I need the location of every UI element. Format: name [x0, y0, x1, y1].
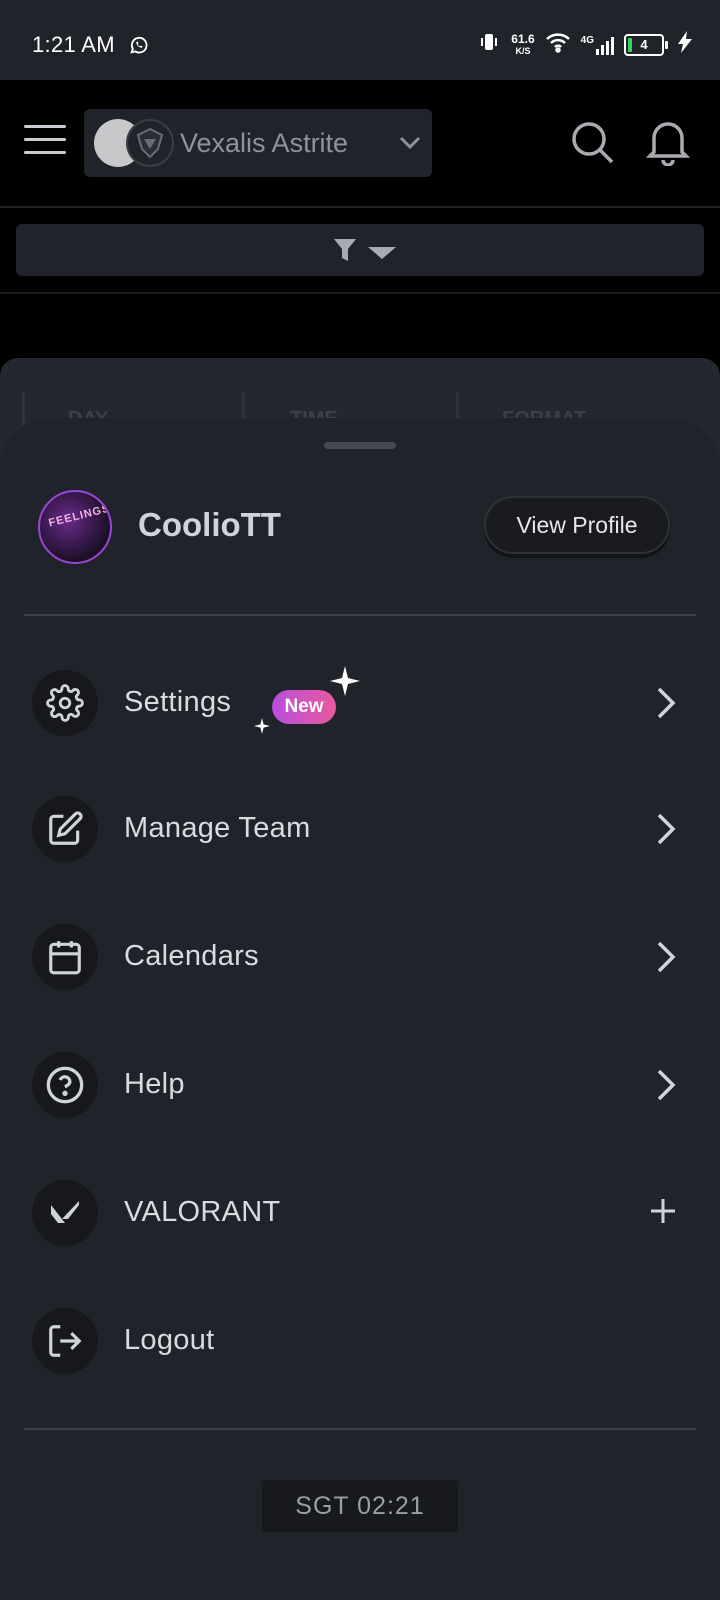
filter-icon: [332, 235, 408, 270]
status-right: 61.6 K/S 4G 4: [477, 30, 692, 59]
avatar[interactable]: FEELINGS: [38, 490, 112, 564]
battery-indicator: 4: [624, 33, 668, 56]
edit-icon: [32, 796, 98, 862]
menu-item-logout[interactable]: Logout: [0, 1296, 720, 1386]
menu-item-help[interactable]: Help: [0, 1040, 720, 1130]
menu-item-calendars[interactable]: Calendars: [0, 912, 720, 1002]
chevron-right-icon: [656, 1068, 676, 1107]
valorant-icon: [32, 1180, 98, 1246]
sparkle-icon: [330, 666, 360, 701]
search-icon[interactable]: [570, 120, 616, 171]
help-icon: [32, 1052, 98, 1118]
signal-icon: 4G: [581, 35, 614, 55]
chevron-down-icon: [398, 133, 422, 156]
logout-icon: [32, 1308, 98, 1374]
new-badge: New: [272, 690, 336, 724]
view-profile-button[interactable]: View Profile: [484, 496, 670, 554]
team-selector[interactable]: Vexalis Astrite: [84, 109, 432, 177]
bell-icon[interactable]: [645, 118, 691, 171]
drag-handle[interactable]: [324, 442, 396, 449]
net-speed: 61.6 K/S: [511, 31, 535, 56]
chevron-right-icon: [656, 686, 676, 725]
status-time: 1:21 AM: [32, 32, 115, 57]
account-bottom-sheet: FEELINGS CoolioTT View Profile Settings …: [0, 418, 720, 1600]
wifi-icon: [545, 31, 571, 58]
sparkle-icon: [254, 718, 270, 739]
menu-label-valorant: VALORANT: [124, 1196, 281, 1228]
menu-label-settings: Settings: [124, 686, 232, 718]
header-divider: [0, 292, 720, 294]
team-name: Vexalis Astrite: [180, 128, 349, 158]
menu-label-calendars: Calendars: [124, 940, 259, 972]
menu-icon[interactable]: [24, 125, 66, 159]
menu-item-manage-team[interactable]: Manage Team: [0, 784, 720, 874]
charging-icon: [678, 31, 692, 58]
timezone-clock: SGT 02:21: [262, 1480, 458, 1532]
plus-icon[interactable]: [650, 1198, 676, 1229]
app-header: Vexalis Astrite: [0, 80, 720, 208]
chevron-right-icon: [656, 940, 676, 979]
team-logo-icon: [126, 119, 174, 167]
filter-bar[interactable]: [16, 224, 704, 276]
menu-label-logout: Logout: [124, 1324, 215, 1356]
whatsapp-icon: [128, 34, 150, 61]
menu-label-help: Help: [124, 1068, 185, 1100]
chevron-right-icon: [656, 812, 676, 851]
status-bar: 1:21 AM 61.6 K/S 4G 4: [0, 0, 720, 80]
menu-label-manage-team: Manage Team: [124, 812, 311, 844]
menu-item-settings[interactable]: Settings New: [0, 658, 720, 748]
gear-icon: [32, 670, 98, 736]
menu-item-valorant[interactable]: VALORANT: [0, 1168, 720, 1258]
divider: [24, 614, 696, 616]
divider: [24, 1428, 696, 1430]
vibrate-icon: [477, 30, 501, 59]
calendar-icon: [32, 924, 98, 990]
username: CoolioTT: [138, 506, 281, 543]
